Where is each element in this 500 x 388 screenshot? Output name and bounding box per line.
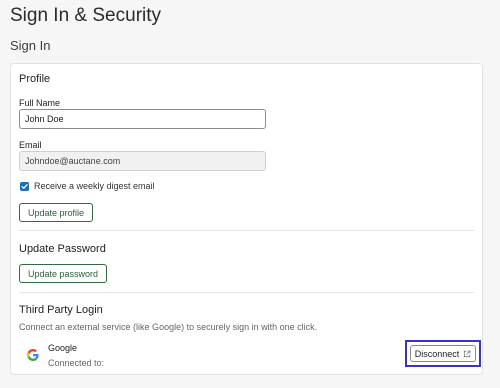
email-field[interactable]: [19, 151, 266, 171]
disconnect-button[interactable]: Disconnect: [410, 345, 476, 362]
external-link-icon: [463, 350, 471, 358]
divider: [19, 230, 474, 231]
full-name-input[interactable]: [19, 109, 266, 129]
update-password-heading: Update Password: [19, 243, 106, 255]
digest-checkbox[interactable]: [20, 182, 29, 191]
disconnect-highlight: Disconnect: [405, 340, 481, 367]
profile-heading: Profile: [19, 73, 51, 85]
third-party-login-heading: Third Party Login: [19, 304, 103, 316]
third-party-description: Connect an external service (like Google…: [19, 322, 318, 332]
google-logo-icon: [27, 349, 39, 361]
email-label: Email: [19, 140, 42, 150]
google-connection-status: Connected to:: [48, 358, 105, 368]
sign-in-security-page: Sign In & Security Sign In Profile Full …: [0, 0, 500, 388]
checkmark-icon: [21, 184, 28, 189]
divider: [19, 292, 474, 293]
update-profile-button[interactable]: Update profile: [19, 203, 94, 222]
section-title-sign-in: Sign In: [10, 38, 51, 53]
digest-checkbox-label[interactable]: Receive a weekly digest email: [34, 181, 155, 191]
page-title: Sign In & Security: [10, 5, 162, 26]
full-name-label: Full Name: [19, 98, 61, 108]
update-password-button[interactable]: Update password: [19, 264, 108, 283]
sign-in-card: Profile Full Name Email Receive a weekly…: [10, 63, 483, 375]
google-service-name: Google: [48, 343, 78, 353]
disconnect-button-label: Disconnect: [414, 348, 460, 359]
